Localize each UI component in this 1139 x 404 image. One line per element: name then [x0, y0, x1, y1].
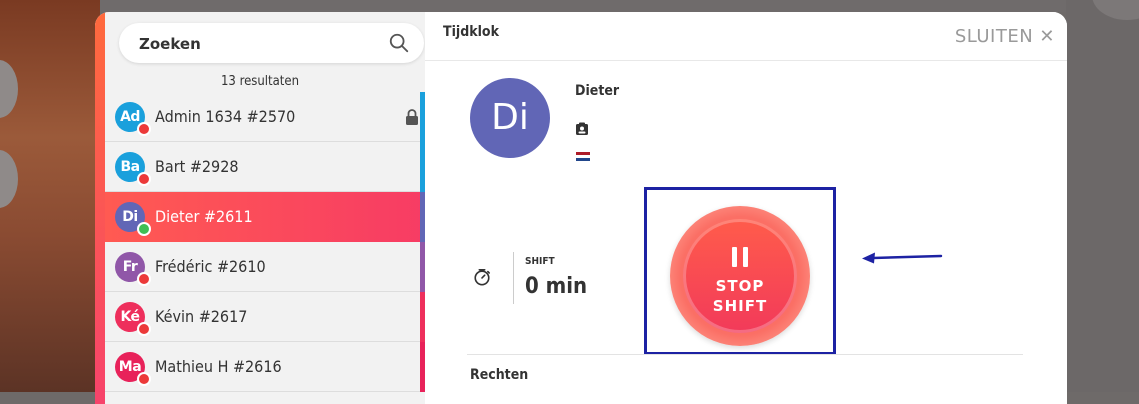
user-list-item[interactable]: Fr Frédéric #2610	[105, 242, 425, 292]
stop-shift-label-line1: STOP	[715, 277, 765, 295]
annotation-arrow-icon	[862, 252, 943, 264]
close-button[interactable]: SLUITEN ✕	[955, 26, 1055, 47]
user-list-item-label: Bart #2928	[155, 157, 239, 176]
id-badge-icon	[576, 122, 588, 135]
rights-section-title: Rechten	[470, 367, 529, 383]
timeclock-panel: Tijdklok SLUITEN ✕ Di Dieter SHIFT 0 min	[425, 12, 1067, 404]
background-left	[0, 0, 100, 392]
user-list-item[interactable]: Di Dieter #2611	[105, 192, 425, 242]
status-dot	[137, 222, 151, 236]
section-divider	[467, 354, 1023, 355]
search-input[interactable]	[137, 23, 381, 65]
clock-icon	[474, 268, 491, 286]
user-avatar: Di	[470, 78, 550, 158]
user-list-item-label: Admin 1634 #2570	[155, 107, 296, 126]
panel-title: Tijdklok	[443, 24, 499, 40]
lock-icon	[406, 109, 418, 125]
background-right	[1066, 0, 1139, 392]
user-name: Dieter	[575, 83, 620, 99]
stop-shift-button[interactable]: STOP SHIFT	[670, 206, 810, 346]
shift-duration: 0 min	[525, 274, 588, 299]
results-count: 13 resultaten	[220, 74, 299, 89]
user-list-item-label: Kévin #2617	[155, 307, 248, 326]
user-list-item-label: Dieter #2611	[155, 207, 253, 226]
status-dot	[137, 172, 151, 186]
user-list-item[interactable]: Ma Mathieu H #2616	[105, 342, 425, 392]
user-list: Ad Admin 1634 #2570 Ba Bart #2928 Di Dieter #…	[105, 92, 425, 392]
user-list-item-label: Mathieu H #2616	[155, 357, 282, 376]
status-dot	[137, 272, 151, 286]
user-list-item[interactable]: Ad Admin 1634 #2570	[105, 92, 425, 142]
shift-label: SHIFT	[525, 256, 555, 267]
background	[0, 0, 1139, 12]
search-icon[interactable]	[388, 32, 410, 54]
shift-divider	[513, 252, 514, 304]
search-box	[119, 23, 424, 65]
user-list-item-label: Frédéric #2610	[155, 257, 266, 276]
timeclock-modal: 13 resultaten AdAdmin 1634 #2570BaBart #…	[95, 12, 1067, 404]
header-divider	[425, 60, 1067, 61]
status-dot	[137, 372, 151, 386]
user-list-pane: 13 resultaten AdAdmin 1634 #2570BaBart #…	[95, 12, 425, 404]
user-list-item[interactable]: Ba Bart #2928	[105, 142, 425, 192]
pause-icon	[732, 247, 748, 267]
status-dot	[137, 122, 151, 136]
stop-shift-label: STOP SHIFT	[683, 276, 797, 316]
dutch-flag-icon	[576, 152, 590, 161]
stop-shift-label-line2: SHIFT	[712, 297, 768, 315]
user-list-item[interactable]: Ké Kévin #2617	[105, 292, 425, 342]
stop-shift-button-inner[interactable]: STOP SHIFT	[683, 219, 797, 333]
status-dot	[137, 322, 151, 336]
